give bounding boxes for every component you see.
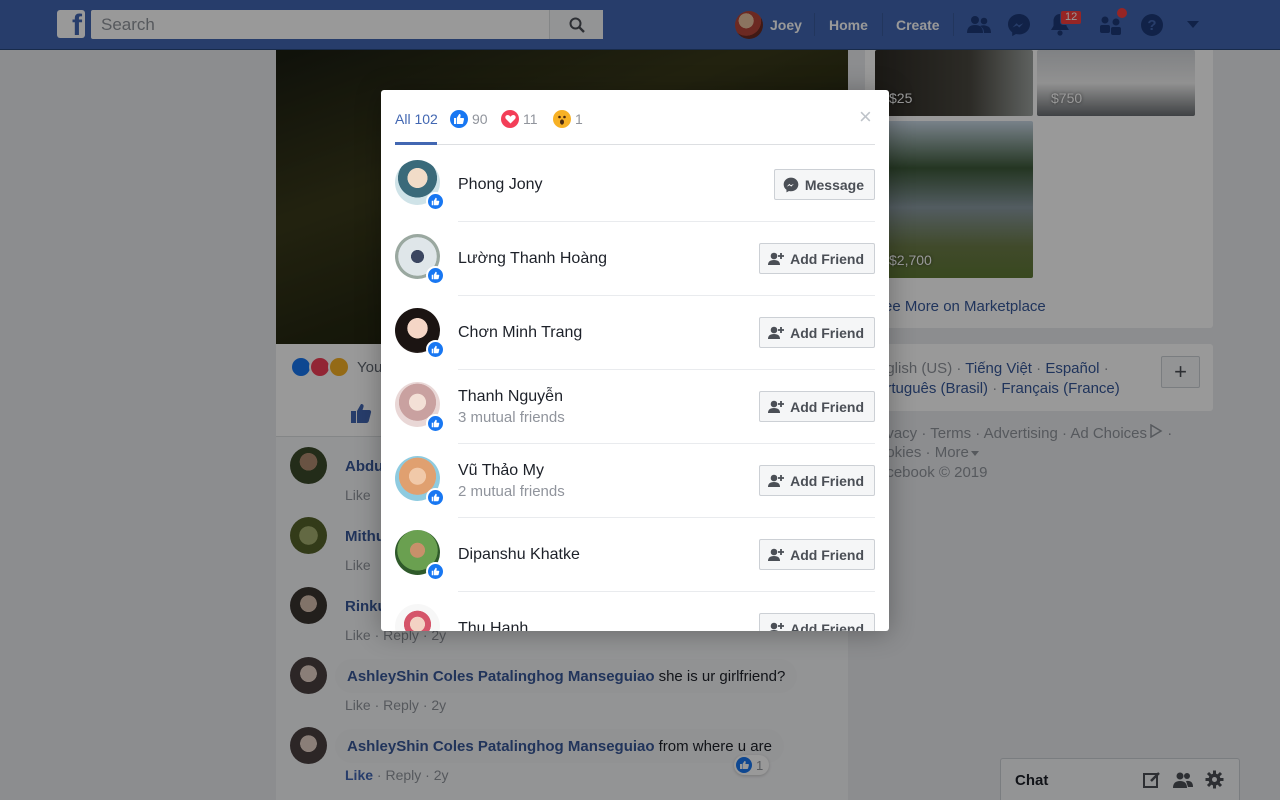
row-divider — [458, 443, 875, 444]
tab-label: 11 — [523, 111, 538, 127]
tab-label: 1 — [575, 111, 583, 127]
messenger-icon — [783, 177, 799, 192]
reactor-row: Lường Thanh Hoàng Add Friend — [395, 221, 875, 295]
like-icon — [450, 110, 468, 128]
reaction-tabs: All 102 90 11 1 — [395, 90, 875, 145]
row-divider — [458, 591, 875, 592]
add-friend-button[interactable]: Add Friend — [759, 613, 875, 631]
reactor-row: Thu Hanh Add Friend — [395, 591, 875, 631]
add-friend-icon — [768, 400, 785, 413]
reactor-name[interactable]: Thu Hanh — [458, 620, 528, 631]
message-button[interactable]: Message — [773, 169, 875, 200]
reactor-row: Thanh Nguyễn 3 mutual friends Add Friend — [395, 369, 875, 443]
reactor-name[interactable]: Lường Thanh Hoàng — [458, 250, 607, 268]
row-divider — [458, 295, 875, 296]
add-friend-button[interactable]: Add Friend — [759, 539, 875, 570]
add-friend-icon — [768, 548, 785, 561]
like-reaction-icon — [426, 266, 445, 285]
mutual-friends[interactable]: 3 mutual friends — [458, 409, 565, 426]
reactor-name[interactable]: Dipanshu Khatke — [458, 546, 580, 564]
tab-like[interactable]: 90 — [450, 110, 488, 128]
button-label: Add Friend — [790, 398, 864, 415]
reactor-name[interactable]: Phong Jony — [458, 176, 543, 194]
reactor-row: Vũ Thảo My 2 mutual friends Add Friend — [395, 443, 875, 517]
reactor-name[interactable]: Thanh Nguyễn — [458, 388, 563, 406]
reactor-row: Chơn Minh Trang Add Friend — [395, 295, 875, 369]
love-icon — [501, 110, 519, 128]
avatar[interactable] — [395, 604, 440, 631]
button-label: Add Friend — [790, 250, 864, 267]
reactor-name[interactable]: Chơn Minh Trang — [458, 324, 582, 342]
like-reaction-icon — [426, 562, 445, 581]
row-divider — [458, 517, 875, 518]
button-label: Add Friend — [790, 546, 864, 563]
tab-label: All 102 — [395, 111, 438, 127]
add-friend-button[interactable]: Add Friend — [759, 391, 875, 422]
button-label: Add Friend — [790, 472, 864, 489]
button-label: Message — [804, 176, 864, 193]
tab-wow[interactable]: 1 — [553, 110, 583, 128]
mutual-friends[interactable]: 2 mutual friends — [458, 483, 565, 500]
like-reaction-icon — [426, 192, 445, 211]
close-icon[interactable]: × — [859, 106, 872, 128]
like-reaction-icon — [426, 488, 445, 507]
add-friend-icon — [768, 474, 785, 487]
wow-icon — [553, 110, 571, 128]
like-reaction-icon — [426, 414, 445, 433]
row-divider — [458, 221, 875, 222]
add-friend-icon — [769, 622, 785, 631]
add-friend-icon — [768, 326, 785, 339]
tab-love[interactable]: 11 — [501, 110, 538, 128]
add-friend-button[interactable]: Add Friend — [759, 465, 875, 496]
reactor-name[interactable]: Vũ Thảo My — [458, 462, 544, 480]
reactions-dialog: All 102 90 11 1 × Phong Jony Message Lường… — [381, 90, 889, 631]
reactor-row: Phong Jony Message — [395, 147, 875, 221]
reactor-row: Dipanshu Khatke Add Friend — [395, 517, 875, 591]
active-tab-indicator — [395, 142, 437, 145]
add-friend-button[interactable]: Add Friend — [759, 243, 875, 274]
tab-all[interactable]: All 102 — [395, 110, 438, 128]
add-friend-icon — [768, 252, 785, 265]
like-reaction-icon — [426, 340, 445, 359]
row-divider — [458, 369, 875, 370]
button-label: Add Friend — [790, 620, 864, 632]
button-label: Add Friend — [790, 324, 864, 341]
tab-label: 90 — [472, 111, 488, 127]
add-friend-button[interactable]: Add Friend — [759, 317, 875, 348]
